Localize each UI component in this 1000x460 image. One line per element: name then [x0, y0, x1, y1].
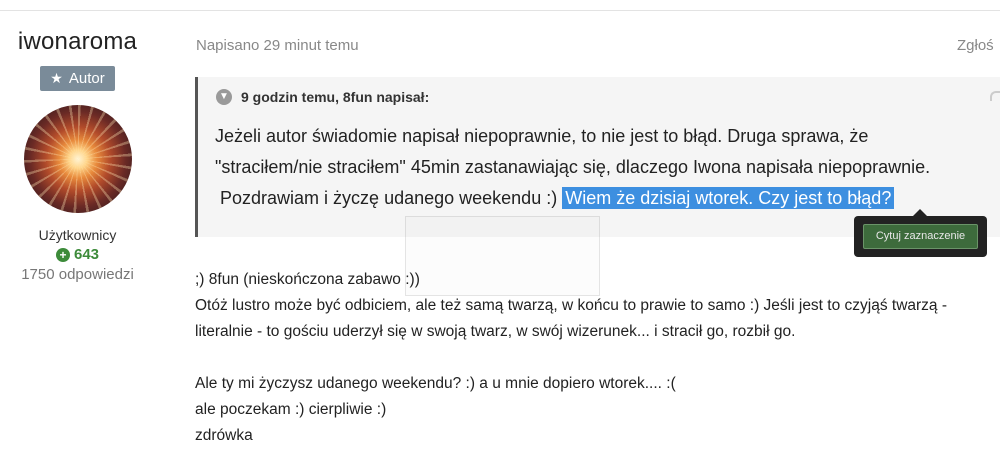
post-count: 1750 odpowiedzi: [21, 265, 134, 283]
star-icon: ★: [50, 70, 63, 86]
author-name[interactable]: iwonaroma: [0, 28, 155, 56]
post-date[interactable]: Napisano 29 minut temu: [196, 37, 359, 54]
top-divider: [0, 10, 1000, 11]
quote-line-text: Pozdrawiam i życzę udanego weekendu :): [220, 188, 558, 208]
author-badge-label: Autor: [68, 70, 105, 87]
author-role: Użytkownicy: [38, 227, 117, 243]
quote-line: Pozdrawiam i życzę udanego weekendu :) W…: [215, 183, 995, 214]
post-line: zdrówka: [195, 427, 253, 444]
post-line: Ale ty mi życzysz udanego weekendu? :) a…: [195, 375, 676, 392]
post-line: ;) 8fun (nieskończona zabawo :)): [195, 271, 420, 288]
author-panel: iwonaroma ★ Autor Użytkownicy + 643 1750…: [0, 28, 155, 283]
post-line: literalnie - to gościu uderzył się w swo…: [195, 323, 796, 340]
chevron-down-icon[interactable]: ▼: [216, 89, 232, 105]
quote-line: Jeżeli autor świadomie napisał niepopraw…: [215, 126, 869, 146]
quote-block: ▼ 9 godzin temu, 8fun napisał: Jeżeli au…: [195, 77, 1000, 237]
report-link[interactable]: Zgłoś: [957, 37, 994, 54]
post-blank-line: [195, 345, 1000, 371]
post-line: ale poczekam :) cierpliwie :): [195, 401, 387, 418]
quote-corner-decoration: [990, 91, 1000, 101]
quote-citation: 9 godzin temu, 8fun napisał:: [241, 89, 430, 105]
post-content: ;) 8fun (nieskończona zabawo :)) Otóż lu…: [195, 267, 1000, 449]
quote-selection-tooltip: Cytuj zaznaczenie: [854, 209, 987, 257]
author-badge: ★ Autor: [40, 66, 115, 91]
plus-icon: +: [55, 247, 70, 262]
selected-text[interactable]: Wiem że dzisiaj wtorek. Czy jest to błąd…: [562, 187, 895, 209]
reputation-value: 643: [73, 246, 100, 263]
quote-selection-button[interactable]: Cytuj zaznaczenie: [863, 224, 978, 249]
quote-header[interactable]: ▼ 9 godzin temu, 8fun napisał:: [216, 89, 429, 105]
post-line: Otóż lustro może być odbiciem, ale też s…: [195, 297, 948, 314]
reputation-count: + 643: [55, 246, 100, 263]
quote-line: "straciłem/nie straciłem" 45min zastanaw…: [215, 157, 931, 177]
avatar[interactable]: [23, 105, 132, 213]
quote-text: Jeżeli autor świadomie napisał niepopraw…: [215, 121, 995, 214]
